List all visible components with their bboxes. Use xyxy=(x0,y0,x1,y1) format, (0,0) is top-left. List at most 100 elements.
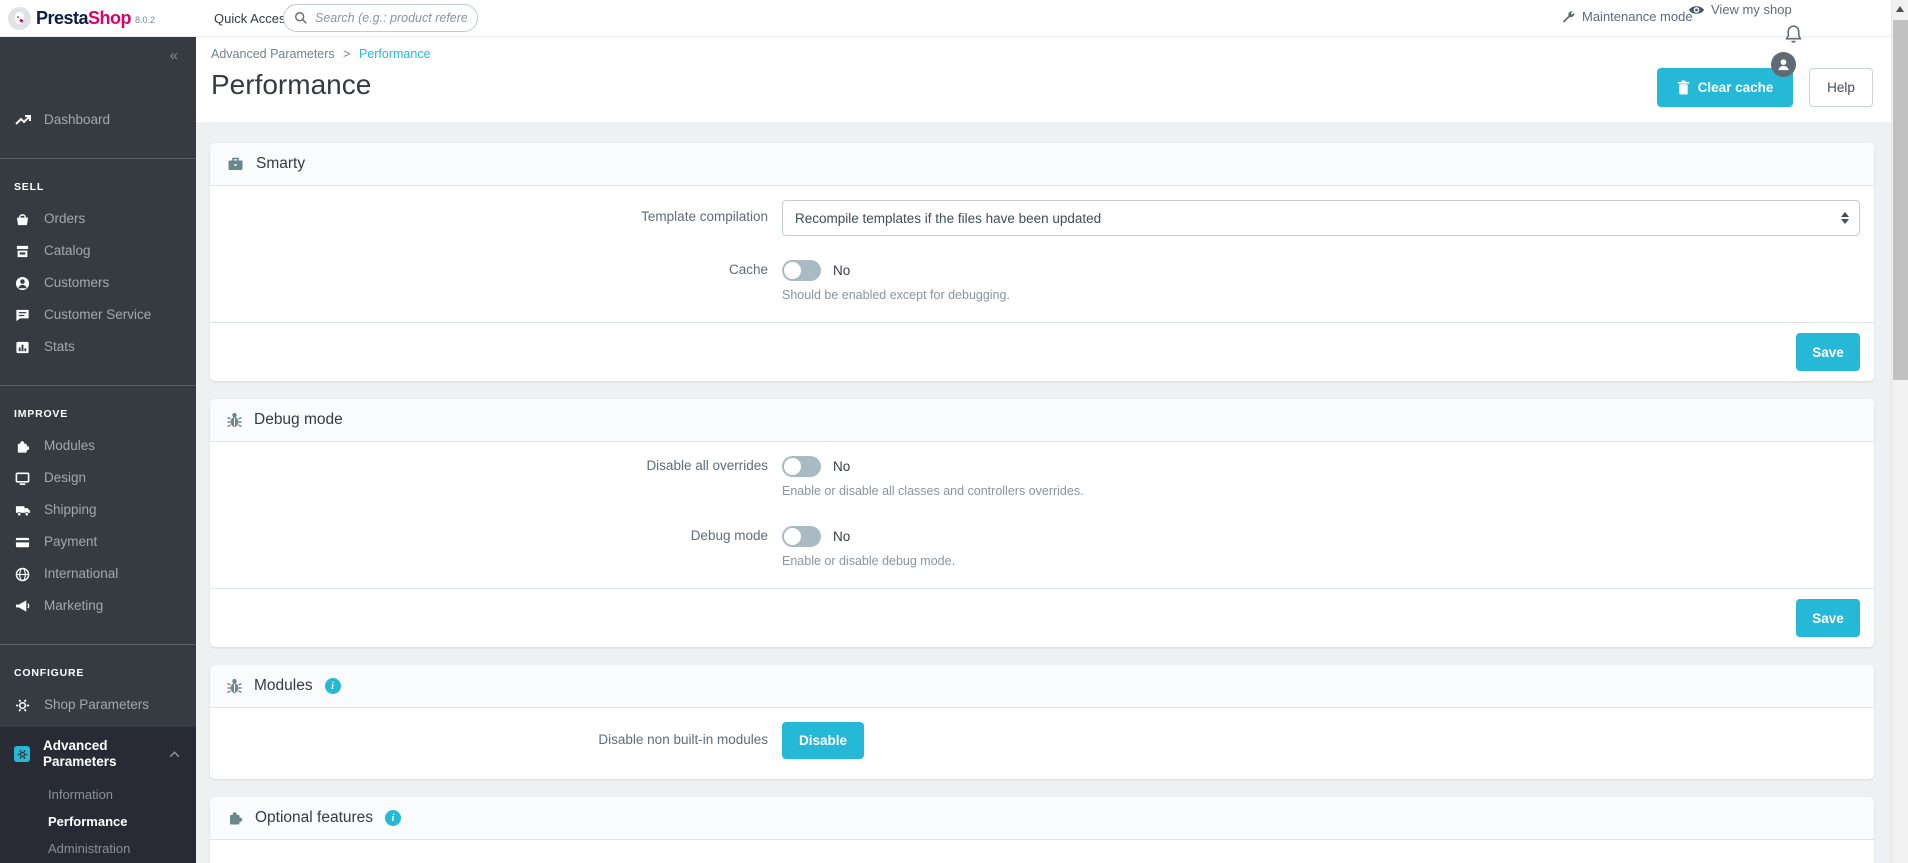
sidebar-item-advanced-parameters[interactable]: Advanced Parameters xyxy=(0,727,196,781)
version-label: 8.0.2 xyxy=(135,15,156,25)
gear-icon xyxy=(14,697,31,713)
toggle-state-label: No xyxy=(833,263,851,278)
content-area: Smarty Template compilation Recompile te… xyxy=(196,122,1891,863)
info-icon[interactable]: i xyxy=(324,678,341,694)
cache-help-text: Should be enabled except for debugging. xyxy=(782,288,1010,302)
prestashop-logo[interactable]: Presta Shop 8.0.2 xyxy=(0,6,196,30)
debug-mode-help-text: Enable or disable debug mode. xyxy=(782,554,956,568)
debug-mode-label: Debug mode xyxy=(690,528,768,543)
orders-icon xyxy=(14,211,31,227)
advanced-parameters-group: Advanced Parameters Information Performa… xyxy=(0,727,196,863)
page-scrollbar[interactable] xyxy=(1891,0,1908,863)
maintenance-mode-link[interactable]: Maintenance mode xyxy=(1561,9,1693,24)
sidebar-item-customers[interactable]: Customers xyxy=(0,267,196,299)
sidebar-item-modules[interactable]: Modules xyxy=(0,430,196,462)
trash-icon xyxy=(1677,80,1689,95)
sidebar-subitem-information[interactable]: Information xyxy=(0,781,196,808)
notifications-button[interactable] xyxy=(1784,24,1803,50)
optional-features-panel-header: Optional features i xyxy=(210,797,1874,840)
eye-icon xyxy=(1688,5,1705,14)
info-icon[interactable]: i xyxy=(385,810,402,826)
dashboard-icon xyxy=(14,112,31,128)
sidebar-item-international[interactable]: International xyxy=(0,558,196,590)
disable-modules-label: Disable non built-in modules xyxy=(598,732,768,747)
sidebar-item-catalog[interactable]: Catalog xyxy=(0,235,196,267)
sidebar-item-design[interactable]: Design xyxy=(0,462,196,494)
toggle-state-label: No xyxy=(833,459,851,474)
panel-title: Optional features xyxy=(255,809,374,826)
optional-features-panel: Optional features i xyxy=(210,797,1874,863)
cache-toggle[interactable] xyxy=(782,260,821,281)
globe-icon xyxy=(14,566,31,582)
bug-icon xyxy=(227,678,242,695)
search-icon xyxy=(295,12,307,24)
briefcase-icon xyxy=(227,156,244,172)
sidebar-section-improve: IMPROVE xyxy=(14,408,69,420)
breadcrumb: Advanced Parameters > Performance xyxy=(211,47,431,61)
sidebar-section-sell: SELL xyxy=(14,181,45,193)
sidebar-item-dashboard[interactable]: Dashboard xyxy=(0,104,196,136)
search-bar xyxy=(283,4,478,32)
scrollbar-up-arrow[interactable] xyxy=(1892,0,1908,17)
bell-icon xyxy=(1785,25,1802,43)
panel-title: Smarty xyxy=(256,155,306,172)
megaphone-icon xyxy=(14,598,31,614)
brand-name: Presta xyxy=(36,7,89,28)
clear-cache-button[interactable]: Clear cache xyxy=(1657,68,1793,107)
monitor-icon xyxy=(14,470,31,486)
cache-label: Cache xyxy=(728,262,768,277)
debug-mode-toggle[interactable] xyxy=(782,526,821,547)
disable-modules-button[interactable]: Disable xyxy=(782,722,864,759)
scrollbar-thumb[interactable] xyxy=(1893,20,1908,380)
chat-icon xyxy=(14,307,31,323)
panel-title: Debug mode xyxy=(254,411,343,428)
disable-overrides-help-text: Enable or disable all classes and contro… xyxy=(782,484,1084,498)
breadcrumb-parent[interactable]: Advanced Parameters xyxy=(211,47,335,61)
debug-panel-header: Debug mode xyxy=(210,399,1874,442)
sidebar-item-label: Dashboard xyxy=(44,112,111,127)
sidebar-section-configure: CONFIGURE xyxy=(14,667,85,679)
smarty-panel-header: Smarty xyxy=(210,143,1874,186)
person-icon xyxy=(1778,59,1789,71)
profile-avatar[interactable] xyxy=(1771,52,1796,77)
puzzle-icon xyxy=(14,438,31,454)
debug-save-button[interactable]: Save xyxy=(1796,599,1860,637)
template-compilation-label: Template compilation xyxy=(641,209,768,224)
sidebar-collapse-button[interactable]: « xyxy=(0,37,196,64)
main-content: Advanced Parameters > Performance Perfor… xyxy=(196,37,1891,863)
modules-panel-header: Modules i xyxy=(210,665,1874,708)
sidebar-item-orders[interactable]: Orders xyxy=(0,203,196,235)
sidebar: « Dashboard SELL Orders Catalog Customer… xyxy=(0,37,196,863)
credit-card-icon xyxy=(14,534,31,550)
sidebar-item-customer-service[interactable]: Customer Service xyxy=(0,299,196,331)
disable-overrides-toggle[interactable] xyxy=(782,456,821,477)
top-bar: PrestaShop 8.0.2 Quick Access Maintenanc… xyxy=(0,0,1891,37)
sidebar-item-shop-parameters[interactable]: Shop Parameters xyxy=(0,689,196,721)
sidebar-item-payment[interactable]: Payment xyxy=(0,526,196,558)
search-input[interactable] xyxy=(315,11,467,25)
chevron-up-icon xyxy=(169,746,180,762)
page-title: Performance xyxy=(211,69,372,100)
store-icon xyxy=(14,243,31,259)
settings-icon xyxy=(14,746,30,762)
modules-panel: Modules i Disable non built-in modules D… xyxy=(210,665,1874,779)
sidebar-subitem-administration[interactable]: Administration xyxy=(0,835,196,862)
breadcrumb-current[interactable]: Performance xyxy=(359,47,431,61)
view-my-shop-link[interactable]: View my shop xyxy=(1688,2,1792,17)
customer-icon xyxy=(14,275,31,291)
bug-icon xyxy=(227,412,242,429)
sidebar-item-stats[interactable]: Stats xyxy=(0,331,196,363)
help-button[interactable]: Help xyxy=(1809,68,1873,107)
sidebar-subitem-performance[interactable]: Performance xyxy=(0,808,196,835)
smarty-save-button[interactable]: Save xyxy=(1796,333,1860,371)
sidebar-item-shipping[interactable]: Shipping xyxy=(0,494,196,526)
template-compilation-select[interactable]: Recompile templates if the files have be… xyxy=(782,200,1860,236)
sidebar-item-marketing[interactable]: Marketing xyxy=(0,590,196,622)
disable-overrides-label: Disable all overrides xyxy=(646,458,768,473)
wrench-icon xyxy=(1562,11,1575,23)
panel-title: Modules xyxy=(254,677,313,694)
truck-icon xyxy=(14,502,31,518)
page-header: Advanced Parameters > Performance Perfor… xyxy=(196,37,1891,122)
bar-chart-icon xyxy=(14,339,31,355)
prestashop-mascot-icon xyxy=(8,6,31,30)
